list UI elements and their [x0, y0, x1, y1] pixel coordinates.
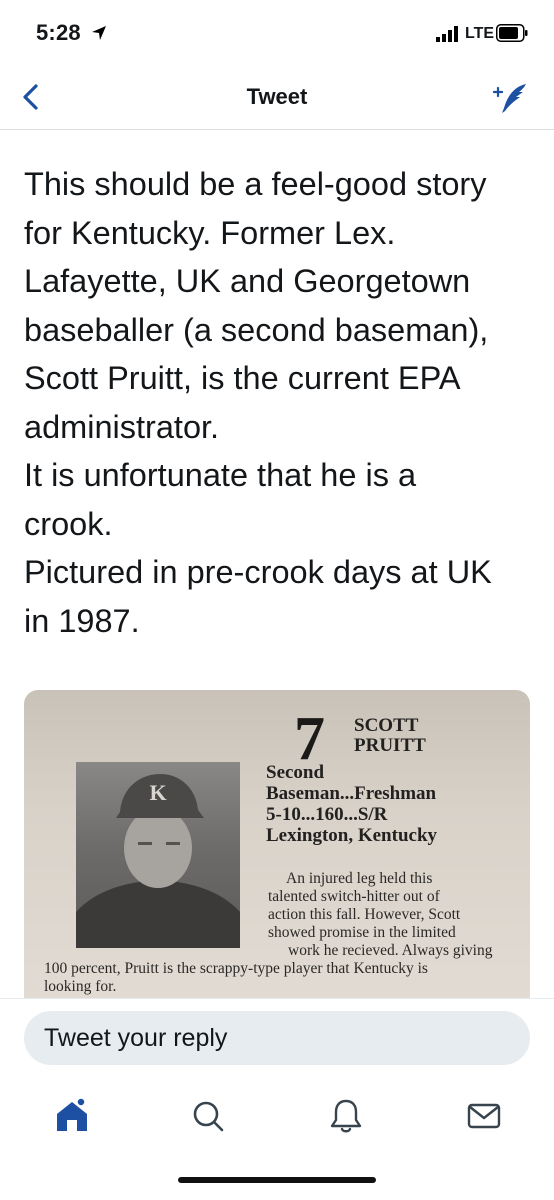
- search-icon[interactable]: [188, 1096, 228, 1136]
- player-info-line: Lexington, Kentucky: [266, 825, 438, 846]
- player-bio-line: showed promise in the limited: [268, 924, 456, 941]
- player-name-line: SCOTT: [354, 715, 419, 736]
- home-indicator[interactable]: [178, 1177, 376, 1183]
- tweet-media-image[interactable]: K 7 SCOTT PRUITT Second Baseman...Freshm…: [24, 690, 530, 998]
- nav-bar: Tweet: [0, 64, 554, 130]
- tweet-line: Pictured in pre-crook days at UK: [24, 554, 492, 590]
- compose-tweet-icon[interactable]: [490, 80, 530, 116]
- tweet-line: in 1987.: [24, 602, 140, 639]
- network-type: LTE: [465, 25, 495, 42]
- battery-icon: [496, 24, 528, 42]
- player-bio-line: 100 percent, Pruitt is the scrappy-type …: [44, 960, 428, 977]
- location-arrow-icon: [92, 26, 106, 40]
- jersey-number: 7: [294, 705, 325, 773]
- tweet-line: crook.: [24, 505, 113, 542]
- tweet-line: It is unfortunate that he is a: [24, 457, 417, 493]
- player-bio-line: looking for.: [44, 978, 117, 995]
- messages-icon[interactable]: [464, 1096, 504, 1136]
- page-title: Tweet: [246, 84, 308, 109]
- tweet-line: baseballer (a second baseman),: [24, 311, 489, 348]
- status-bar: 5:28 LTE: [0, 0, 554, 64]
- tweet-line: Lafayette, UK and Georgetown: [24, 263, 471, 299]
- player-info-line: Baseman...Freshman: [266, 783, 437, 804]
- player-bio-line: action this fall. However, Scott: [268, 906, 461, 923]
- tweet-line: This should be a feel-good story: [24, 166, 487, 202]
- player-bio: An injured leg held this talented switch…: [44, 870, 530, 996]
- signal-bars-icon: [436, 26, 458, 42]
- player-bio-line: talented switch-hitter out of: [268, 888, 440, 905]
- player-bio-line: An injured leg held this: [286, 870, 433, 887]
- tweet-line: administrator.: [24, 408, 220, 445]
- home-icon[interactable]: [52, 1096, 92, 1136]
- notifications-icon[interactable]: [326, 1096, 366, 1136]
- cap-letter: K: [149, 780, 166, 805]
- tweet-line: for Kentucky. Former Lex.: [24, 214, 396, 251]
- player-bio-line: work he recieved. Always giving: [288, 942, 493, 959]
- player-name-line: PRUITT: [354, 735, 426, 756]
- player-name: SCOTT PRUITT: [354, 716, 426, 756]
- player-info: Second Baseman...Freshman 5-10...160...S…: [266, 762, 437, 846]
- reply-input[interactable]: Tweet your reply: [24, 1011, 530, 1065]
- tweet-text: This should be a feel-good story for Ken…: [24, 160, 534, 645]
- player-info-line: Second: [266, 762, 325, 783]
- player-info-line: 5-10...160...S/R: [266, 804, 388, 825]
- reply-bar: Tweet your reply: [0, 998, 554, 1076]
- tweet-line: Scott Pruitt, is the current EPA: [24, 360, 461, 396]
- status-time: 5:28: [36, 20, 81, 45]
